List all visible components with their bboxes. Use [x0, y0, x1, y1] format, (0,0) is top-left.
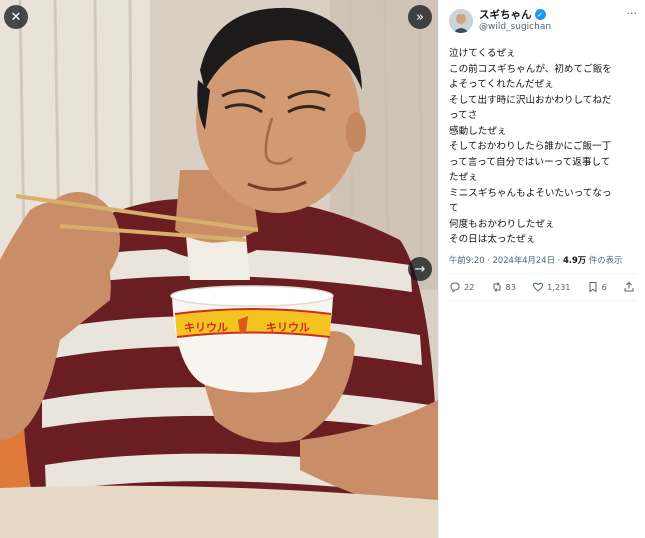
tweet-text: 泣けてくるぜぇ この前コスギちゃんが、初めてご飯を よそってくれたんだぜぇ そし… — [449, 46, 637, 248]
repost-button[interactable]: 83 — [491, 281, 516, 293]
bookmark-icon — [589, 281, 597, 292]
like-count: 1,231 — [547, 281, 571, 292]
tweet-line: そして出す時に沢山おかわりしてねだ — [449, 94, 612, 106]
tweet-line: よそってくれたんだぜぇ — [449, 79, 554, 90]
tweet-line: 感動したぜぇ — [449, 125, 507, 137]
bowl-label-left: キリウル — [184, 321, 228, 334]
tweet-line: ミニスギちゃんもよそいたいってなっ — [449, 187, 612, 199]
close-button[interactable]: ✕ — [4, 5, 28, 29]
name-row: スギちゃん ✓ — [479, 7, 546, 22]
share-button[interactable] — [623, 281, 635, 293]
views-label: 件の表示 — [586, 254, 623, 265]
heart-icon — [533, 282, 544, 292]
tweet-header: スギちゃん ✓ @wild_sugichan ··· — [449, 4, 637, 40]
tweet-line: て — [449, 203, 459, 214]
repost-icon — [493, 281, 501, 292]
next-media-button[interactable]: → — [408, 257, 432, 281]
tweet-line: ってさ — [449, 110, 478, 121]
share-icon — [624, 281, 634, 291]
tweet-line: 泣けてくるぜぇ — [449, 48, 516, 59]
collapse-panel-button[interactable]: » — [408, 5, 432, 29]
avatar-image — [449, 9, 473, 33]
tweet-line: この前コスギちゃんが、初めてご飯を — [449, 63, 612, 75]
chevron-double-right-icon: » — [416, 9, 424, 25]
more-options-icon[interactable]: ··· — [627, 7, 638, 20]
tweet-line: たぜぇ — [449, 172, 478, 183]
tweet-line: 何度もおかわりしたぜぇ — [449, 218, 555, 230]
bookmark-button[interactable]: 6 — [587, 281, 607, 293]
like-button[interactable]: 1,231 — [532, 281, 571, 293]
tweet-line: って言って自分ではいーって返事して — [449, 156, 611, 168]
reply-count: 22 — [464, 281, 475, 292]
timestamp[interactable]: 午前9:20 · 2024年4月24日 · — [449, 255, 563, 265]
repost-count: 83 — [505, 281, 516, 292]
tweet-meta: 午前9:20 · 2024年4月24日 · 4.9万 件の表示 — [449, 254, 637, 266]
views-count: 4.9万 — [562, 254, 587, 265]
media-viewer: キリウル キリウル ✕ » → — [0, 0, 438, 538]
action-bar: 22 83 1,231 6 — [449, 274, 637, 300]
tweet-panel: スギちゃん ✓ @wild_sugichan ··· 泣けてくるぜぇ この前コス… — [438, 0, 645, 538]
divider — [449, 299, 637, 301]
reply-icon — [450, 281, 460, 292]
close-icon: ✕ — [10, 9, 22, 25]
verified-badge-icon: ✓ — [534, 9, 546, 20]
bookmark-count: 6 — [601, 281, 607, 292]
reply-button[interactable]: 22 — [449, 281, 474, 293]
bowl-label-right: キリウル — [266, 321, 310, 334]
display-name[interactable]: スギちゃん — [479, 7, 532, 22]
post-photo: キリウル キリウル — [0, 0, 438, 538]
user-handle[interactable]: @wild_sugichan — [479, 22, 551, 32]
avatar[interactable] — [449, 9, 473, 33]
tweet-line: その日は太ったぜぇ — [449, 234, 536, 245]
arrow-right-icon: → — [414, 261, 426, 277]
tweet-line: そしておかわりしたら誰かにご飯一丁 — [449, 141, 612, 152]
